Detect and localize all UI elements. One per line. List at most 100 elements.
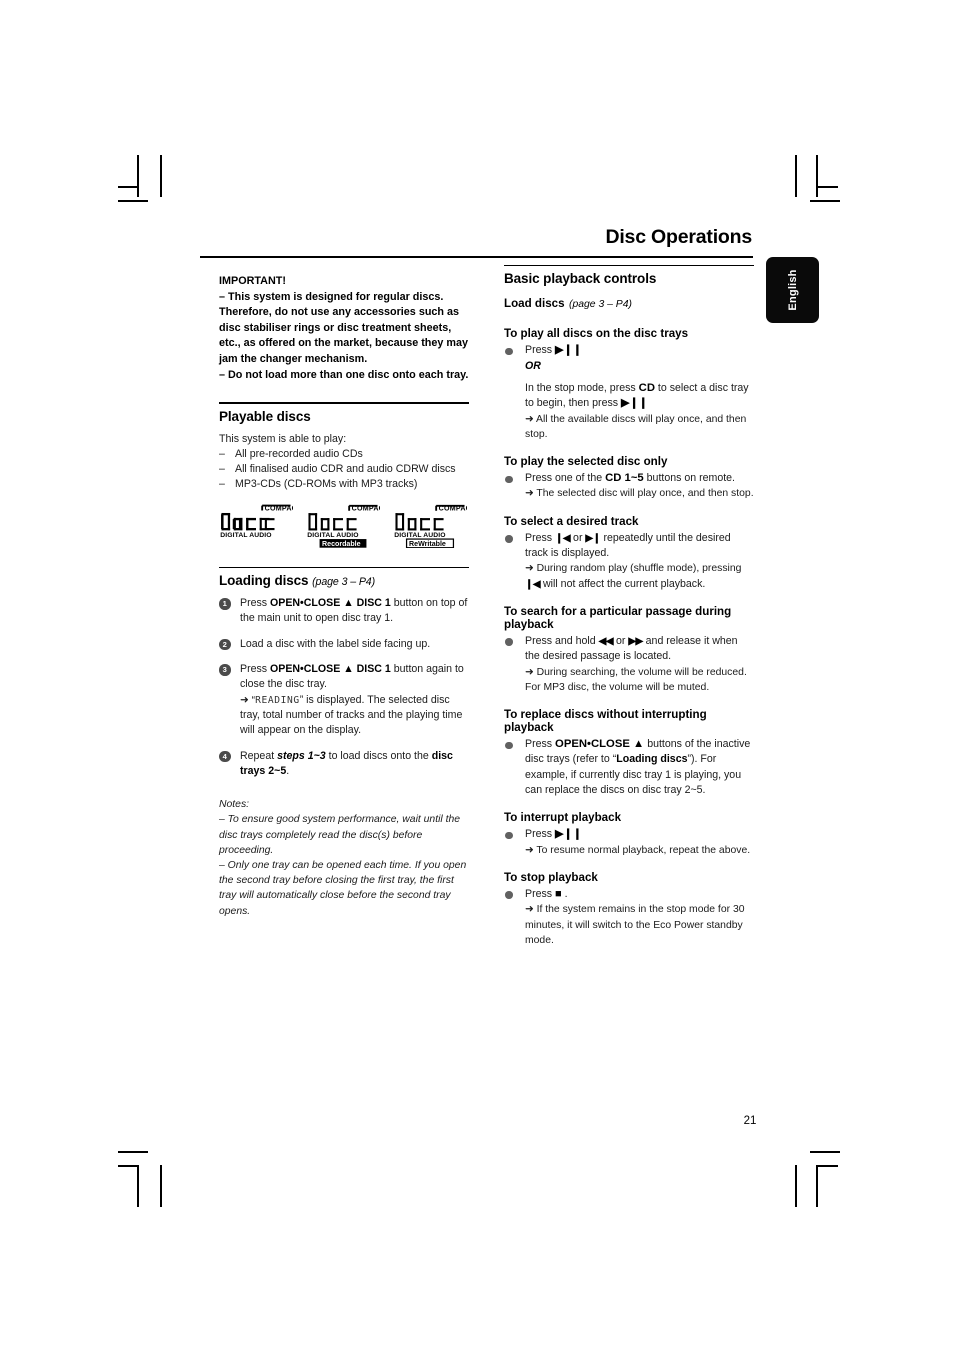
loading-discs-notes: Notes: – To ensure good system performan… [219,797,469,919]
bullet-item: Press ■ . ➜ If the system remains in the… [504,887,754,948]
loading-discs-heading: Loading discs (page 3 – P4) [219,573,469,588]
svg-text:DIGITAL AUDIO: DIGITAL AUDIO [307,532,358,539]
playable-disc-item-1: All pre-recorded audio CDs [235,447,363,460]
crop-mark-bottom-right-inner-vertical [795,1165,797,1207]
previous-track-icon: ❙◀ [525,578,541,590]
loading-discs-divider [219,566,469,569]
section-select-track: To select a desired track Press ❙◀ or ▶❙… [504,515,754,592]
crop-mark-top-right-inner-vertical [816,155,818,197]
step-number-badge: 2 [219,638,231,651]
section-title: To interrupt playback [504,811,622,825]
note-1: – To ensure good system performance, wai… [219,814,461,856]
result-text: ➜ During searching, the volume will be r… [525,666,747,693]
svg-text:COMPACT: COMPACT [265,504,293,512]
stop-icon: ■ [555,887,562,900]
press-label-post: . [561,887,568,900]
bullet-dot [505,741,513,750]
or-text: or [570,531,586,544]
bullet-item: Press ▶❙❙ OR In the stop mode, press CD … [504,343,754,442]
crop-mark-top-right-vertical [795,155,797,197]
section-replace-discs: To replace discs without interrupting pl… [504,708,754,798]
loading-discs-section: Loading discs (page 3 – P4) 1 Press OPEN… [219,566,469,919]
crop-mark-top-right-horizontal [816,186,838,188]
play-pause-icon: ▶❙❙ [555,344,582,357]
compact-disc-recordable-icon: COMPACT [306,503,380,548]
svg-text:ReWritable: ReWritable [409,540,446,548]
basic-playback-divider [504,265,754,267]
section-play-selected-disc: To play the selected disc only Press one… [504,455,754,502]
list-item: 1 Press OPEN•CLOSE ▲ DISC 1 button on to… [219,596,469,627]
bullet-dot [505,475,513,484]
disc-format-logos: COMPACT [219,503,469,548]
section-search-passage: To search for a particular passage durin… [504,605,754,695]
important-notice: IMPORTANT! – This system is designed for… [219,274,469,383]
svg-text:COMPACT: COMPACT [439,504,467,512]
crop-mark-top-left-vertical [160,155,162,197]
playable-discs-list: – All pre-recorded audio CDs – All finalis… [219,447,469,493]
crop-mark-bottom-left-vertical [137,1165,139,1207]
load-discs-reference: Load discs (page 3 – P4) [504,294,754,312]
result-text: ➜ If the system remains in the stop mode… [525,904,745,946]
page-title: Disc Operations [605,226,752,248]
crop-mark-bottom-left-horizontal [118,1165,138,1167]
list-item: – All finalised audio CDR and audio CDRW … [219,462,469,477]
bullet-dot [505,347,513,356]
playable-discs-intro: This system is able to play: [219,432,347,445]
section-stop-playback: To stop playback Press ■ . ➜ If the syst… [504,871,754,948]
step-1-text-pre: Press [240,597,271,610]
step-4-text-pre: Repeat [240,749,278,762]
compact-disc-digital-audio-icon: COMPACT [219,503,293,548]
result-text-post: will not affect the current playback. [540,577,706,590]
step-3-text-pre: Press [240,663,271,676]
or-text: or [613,634,629,647]
bullet-item: Press OPEN•CLOSE ▲ buttons of the inacti… [504,737,754,798]
loading-discs-heading-text: Loading discs [219,573,309,589]
section-title: To select a desired track [504,514,639,528]
right-column: Basic playback controls Load discs (page… [504,265,754,948]
result-text: ➜ The selected disc will play once, and … [525,488,754,500]
note-2: – Only one tray can be opened each time.… [219,859,467,917]
previous-track-icon: ❙◀ [555,532,571,544]
compact-disc-rewritable-icon: COMPACT [393,503,467,548]
press-label: Press and hold [525,634,599,647]
playable-discs-divider [219,402,469,404]
crop-mark-top-left-horizontal [118,186,138,188]
section-title: To replace discs without interrupting pl… [504,708,707,735]
notes-label: Notes: [219,799,250,811]
bullet-dot [505,831,513,840]
language-tab-english: English [766,257,819,323]
press-label: Press [525,531,556,544]
basic-playback-heading: Basic playback controls [504,271,657,287]
svg-text:Recordable: Recordable [322,540,361,548]
press-label: Press [525,828,556,841]
press-label: Press one of the [525,472,606,485]
svg-text:DIGITAL AUDIO: DIGITAL AUDIO [394,532,445,539]
dash-bullet: – [219,478,225,491]
bullet-dot [505,891,513,899]
result-text: ➜ All the available discs will play once… [525,413,747,440]
step-4-text-mid: to load discs onto the [325,749,432,762]
cd-button-label: CD [638,381,655,394]
step-4-bold: steps 1~3 [277,749,326,762]
press-label: Press [525,344,556,357]
load-discs-ref: (page 3 – P4) [569,299,632,311]
fast-forward-icon: ▶▶ [628,635,643,647]
step-1-bold: OPEN•CLOSE ▲ DISC 1 [270,597,391,610]
playable-discs-section: Playable discs This system is able to pl… [219,402,469,548]
next-track-icon: ▶❙ [585,532,601,544]
cd-1-5-button-label: CD 1~5 [605,472,644,485]
bullet-item: Press ❙◀ or ▶❙ repeatedly until the desi… [504,531,754,592]
left-column: IMPORTANT! – This system is designed for… [219,274,469,919]
loading-discs-heading-ref: (page 3 – P4) [312,576,376,589]
open-close-button-label: OPEN•CLOSE ▲ [555,738,645,751]
section-title: To play all discs on the disc trays [504,327,689,341]
step-4-text-post: . [286,764,290,777]
result-text: ➜ To resume normal playback, repeat the … [525,844,751,856]
crop-mark-bottom-right-outer-horizontal [810,1151,840,1153]
svg-text:DIGITAL AUDIO: DIGITAL AUDIO [220,532,271,539]
section-title: To search for a particular passage durin… [504,604,732,631]
svg-text:COMPACT: COMPACT [352,504,380,512]
display-text-reading: READING [255,694,300,706]
crop-mark-top-right-outer-horizontal [810,200,840,202]
bullet-item: Press and hold ◀◀ or ▶▶ and release it w… [504,634,754,695]
